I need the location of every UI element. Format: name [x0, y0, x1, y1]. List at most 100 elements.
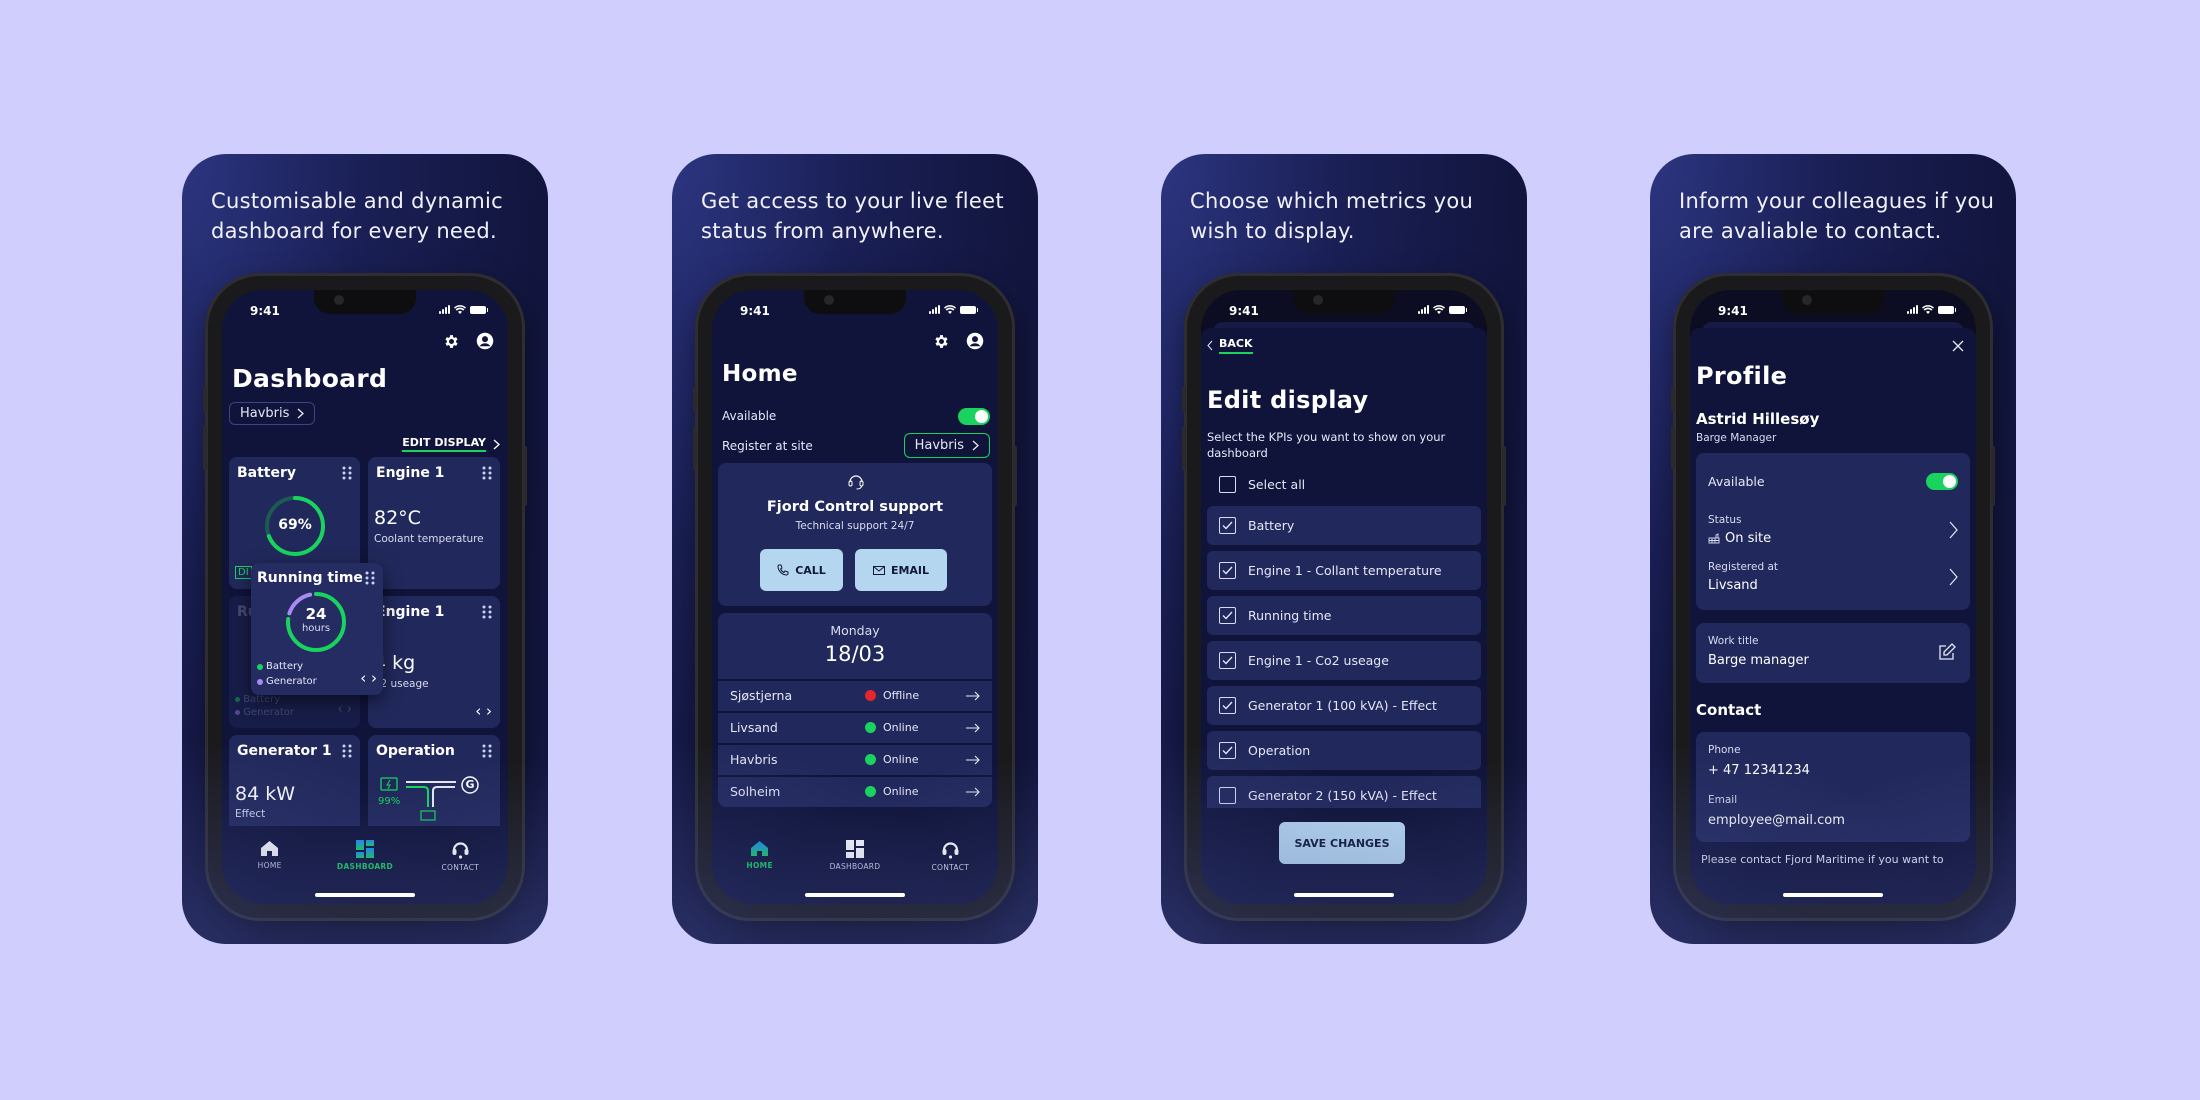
site-row[interactable]: Sjøstjerna Offline — [718, 681, 992, 711]
pager-arrows-icon[interactable]: ‹ › — [360, 669, 377, 687]
contact-heading: Contact — [1696, 701, 1762, 719]
promo-headline: Customisable and dynamic dashboard for e… — [211, 189, 504, 243]
kpi-item[interactable]: Operation — [1207, 731, 1481, 770]
checkbox-unchecked-icon[interactable] — [1219, 787, 1236, 804]
drag-handle-icon[interactable] — [482, 466, 492, 480]
phone-frame: 9:41 Home Available Register at site Hav… — [693, 276, 1017, 918]
kpi-label: Operation — [1248, 743, 1311, 758]
signal-icon — [929, 305, 940, 314]
profile-role: Barge Manager — [1696, 432, 1777, 444]
tile-title: Operation — [376, 743, 455, 759]
site-name: Sjøstjerna — [730, 688, 793, 703]
registered-at-row[interactable]: Registered at Livsand — [1696, 557, 1970, 601]
arrow-right-icon[interactable] — [966, 755, 980, 765]
status-time: 9:41 — [1229, 304, 1259, 318]
tab-home[interactable]: HOME — [725, 840, 795, 904]
kpi-item[interactable]: Engine 1 - Collant temperature — [1207, 551, 1481, 590]
checkbox-checked-icon[interactable] — [1219, 607, 1236, 624]
phone-screen: 9:41 Profile Astrid Hillesøy Barge Manag… — [1690, 290, 1976, 904]
wifi-icon — [1433, 305, 1445, 314]
available-toggle[interactable] — [958, 408, 990, 425]
site-row[interactable]: Solheim Online — [718, 777, 992, 807]
phone-frame: 9:41 BACK Edit display Select the KPIs y… — [1182, 276, 1506, 918]
back-button[interactable]: BACK — [1207, 337, 1253, 354]
tile-running-time-dragging[interactable]: Running time 24 hours Battery Generator … — [251, 563, 383, 695]
site-selector[interactable]: Havbris — [229, 402, 316, 425]
checkbox-checked-icon[interactable] — [1219, 517, 1236, 534]
home-indicator — [315, 893, 415, 897]
site-row[interactable]: Havbris Online — [718, 745, 992, 775]
modal-sheet: Profile Astrid Hillesøy Barge Manager Av… — [1690, 328, 1976, 904]
battery-status-icon — [1938, 305, 1956, 314]
register-site-button[interactable]: Havbris — [903, 433, 990, 458]
checkbox-checked-icon[interactable] — [1219, 562, 1236, 579]
kpi-item[interactable]: Engine 1 - Co2 useage — [1207, 641, 1481, 680]
pager-arrows-icon[interactable]: ‹ › — [475, 702, 492, 720]
available-toggle[interactable] — [1926, 473, 1958, 490]
settings-gear-icon[interactable] — [443, 332, 460, 350]
signal-icon — [439, 305, 450, 314]
tile-engine-temperature[interactable]: Engine 1 82°C Coolant temperature — [368, 457, 500, 589]
promo-headline: Inform your colleagues if you are avalia… — [1679, 189, 1995, 243]
site-row[interactable]: Livsand Online — [718, 713, 992, 743]
tab-contact[interactable]: CONTACT — [425, 840, 495, 904]
contact-card: Phone + 47 12341234 Email employee@mail.… — [1696, 732, 1970, 842]
support-title: Fjord Control support — [766, 499, 944, 515]
work-title-row[interactable]: Work title Barge manager — [1696, 623, 1970, 683]
checkbox-checked-icon[interactable] — [1219, 652, 1236, 669]
chevron-left-icon — [1207, 340, 1213, 351]
select-all-checkbox[interactable]: Select all — [1207, 468, 1481, 500]
kpi-item[interactable]: Battery — [1207, 506, 1481, 545]
drag-handle-icon[interactable] — [365, 571, 375, 585]
barge-icon — [420, 810, 436, 821]
phone-icon — [777, 564, 789, 576]
promo-card-profile: Inform your colleagues if you are avalia… — [1650, 154, 2016, 944]
edit-display-link[interactable]: EDIT DISPLAY — [402, 436, 500, 452]
tile-engine-co2[interactable]: Engine 1 4 kg o2 useage ‹ › — [368, 596, 500, 728]
save-changes-button[interactable]: SAVE CHANGES — [1279, 822, 1405, 864]
tab-home[interactable]: HOME — [235, 840, 305, 904]
arrow-right-icon[interactable] — [966, 723, 980, 733]
close-icon[interactable] — [1952, 340, 1964, 352]
settings-gear-icon[interactable] — [933, 332, 950, 350]
battery-status-icon — [960, 305, 978, 314]
checkbox-checked-icon[interactable] — [1219, 742, 1236, 759]
battery-value: 69% — [278, 517, 312, 533]
email-button[interactable]: EMAIL — [855, 549, 947, 591]
tile-title: Engine 1 — [376, 465, 445, 481]
kpi-item[interactable]: Generator 2 (150 kVA) - Effect — [1207, 776, 1481, 808]
drag-handle-icon[interactable] — [342, 466, 352, 480]
battery-status-icon — [1449, 305, 1467, 314]
kpi-label: Generator 1 (100 kVA) - Effect — [1248, 698, 1437, 713]
contact-note: Please contact Fjord Maritime if you wan… — [1701, 853, 1944, 866]
status-time: 9:41 — [250, 304, 280, 318]
drag-handle-icon[interactable] — [482, 605, 492, 619]
kpi-item[interactable]: Generator 1 (100 kVA) - Effect — [1207, 686, 1481, 725]
running-time-unit: hours — [301, 623, 331, 634]
notch — [804, 290, 906, 314]
wifi-icon — [1922, 305, 1934, 314]
pager-arrows-icon: ‹ › — [337, 702, 352, 717]
availability-card: Available Status On site Registered at L… — [1696, 453, 1970, 610]
email-value[interactable]: employee@mail.com — [1708, 813, 1845, 828]
user-profile-icon[interactable] — [966, 332, 984, 350]
tab-contact[interactable]: CONTACT — [915, 840, 985, 904]
available-label: Available — [1708, 474, 1765, 489]
call-button[interactable]: CALL — [760, 549, 843, 591]
notch — [314, 290, 416, 314]
edit-pencil-icon[interactable] — [1938, 643, 1956, 661]
arrow-right-icon[interactable] — [966, 691, 980, 701]
wifi-icon — [454, 305, 466, 314]
register-site-value: Havbris — [914, 438, 964, 453]
status-row[interactable]: Status On site — [1696, 508, 1970, 552]
register-site-label: Register at site — [722, 439, 813, 453]
user-profile-icon[interactable] — [476, 332, 494, 350]
arrow-right-icon[interactable] — [966, 787, 980, 797]
drag-handle-icon[interactable] — [482, 744, 492, 758]
status-dot-icon — [865, 722, 876, 733]
phone-value[interactable]: + 47 12341234 — [1708, 763, 1810, 778]
drag-handle-icon[interactable] — [342, 744, 352, 758]
kpi-item[interactable]: Running time — [1207, 596, 1481, 635]
site-status: Offline — [883, 689, 920, 702]
checkbox-checked-icon[interactable] — [1219, 697, 1236, 714]
